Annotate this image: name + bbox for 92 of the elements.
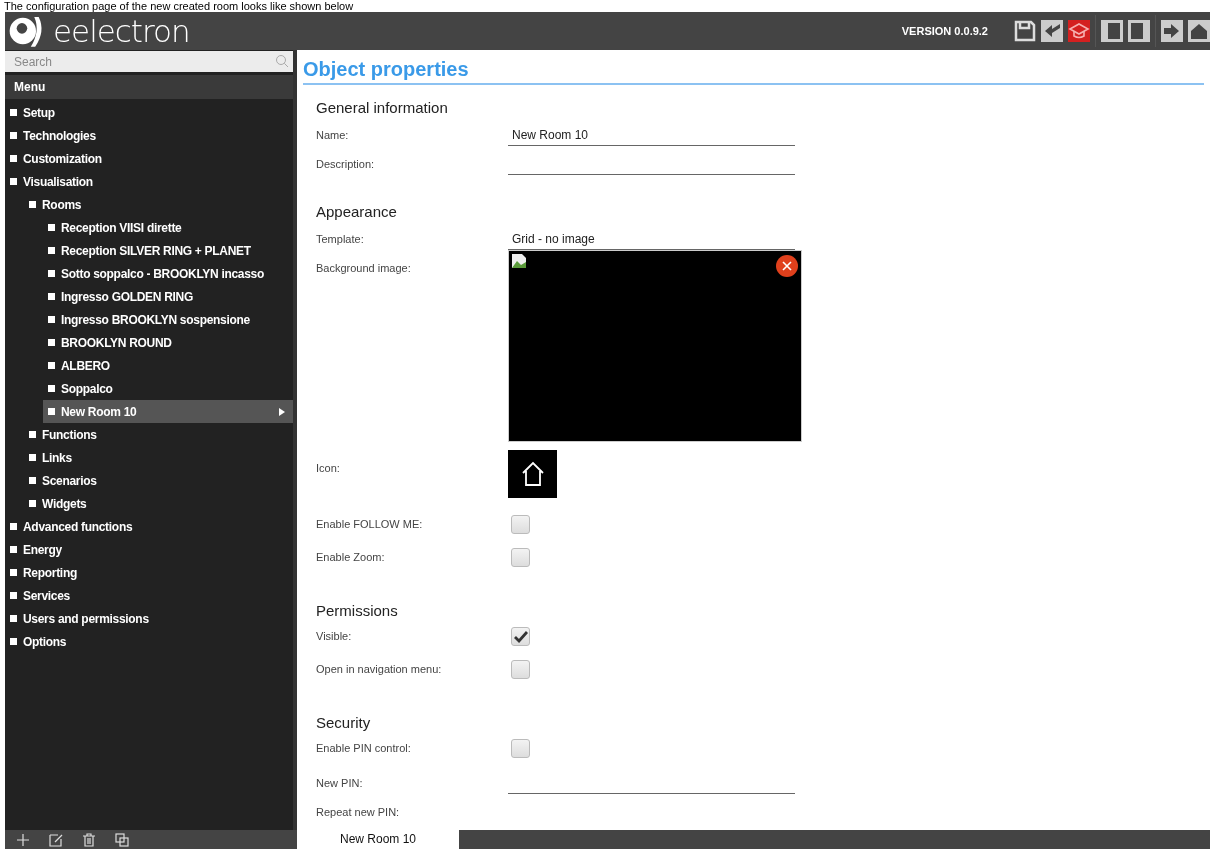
menu-item[interactable]: Scenarios [24, 469, 293, 492]
arrow-right-icon[interactable] [1161, 20, 1183, 42]
field-label: New PIN: [316, 776, 364, 789]
bullet-icon [10, 638, 17, 645]
menu-item[interactable]: BROOKLYN ROUND [43, 331, 293, 354]
bullet-icon [29, 477, 36, 484]
menu-item[interactable]: Setup [5, 101, 293, 124]
checkbox[interactable] [511, 627, 530, 646]
menu-item[interactable]: Ingresso BROOKLYN sospensione [43, 308, 293, 331]
field-label: Name: [316, 128, 350, 141]
right-panel-icon[interactable] [1128, 20, 1150, 42]
menu-item[interactable]: ALBERO [43, 354, 293, 377]
bullet-icon [48, 408, 55, 415]
field-label: Visible: [316, 630, 353, 642]
section-heading: Permissions [316, 602, 399, 619]
arrow-icon [279, 407, 285, 416]
copy-icon[interactable] [115, 832, 129, 847]
menu-item[interactable]: Links [24, 446, 293, 469]
menu-item[interactable]: Options [5, 630, 293, 653]
field-label: Enable Zoom: [316, 551, 386, 563]
bullet-icon [10, 546, 17, 553]
left-panel-icon[interactable] [1101, 20, 1123, 42]
bullet-icon [29, 431, 36, 438]
bullet-icon [48, 293, 55, 300]
bullet-icon [10, 109, 17, 116]
field-label: Enable FOLLOW ME: [316, 518, 424, 530]
section-heading: General information [316, 99, 449, 116]
bullet-icon [10, 178, 17, 185]
field-label: Icon: [316, 461, 341, 474]
checkbox[interactable] [511, 515, 530, 534]
page-title: Object properties [303, 58, 1204, 85]
text-field[interactable]: New Room 10 [508, 127, 795, 146]
room-icon-preview[interactable] [508, 450, 557, 498]
menu-header: Menu [5, 75, 293, 99]
menu-item[interactable]: Reception SILVER RING + PLANET [43, 239, 293, 262]
menu-item[interactable]: Ingresso GOLDEN RING [43, 285, 293, 308]
bullet-icon [48, 385, 55, 392]
field-label: Background image: [316, 261, 412, 274]
bullet-icon [48, 316, 55, 323]
bullet-icon [10, 132, 17, 139]
search-field[interactable]: Search [5, 51, 293, 72]
bullet-icon [29, 201, 36, 208]
version-label: VERSION 0.0.9.2 [901, 25, 988, 37]
menu-item[interactable]: Technologies [5, 124, 293, 147]
menu-item[interactable]: Visualisation [5, 170, 293, 193]
bullet-icon [48, 270, 55, 277]
save-icon[interactable] [1014, 20, 1036, 42]
add-icon[interactable] [16, 832, 30, 847]
bullet-icon [10, 615, 17, 622]
menu-item[interactable]: Soppalco [43, 377, 293, 400]
menu-item[interactable]: Sotto soppalco - BROOKLYN incasso [43, 262, 293, 285]
menu-item[interactable]: Widgets [24, 492, 293, 515]
menu-item[interactable]: Users and permissions [5, 607, 293, 630]
field-label: Repeat new PIN: [316, 805, 401, 818]
menu-item[interactable]: Reporting [5, 561, 293, 584]
document-tab[interactable]: New Room 10 [297, 830, 459, 849]
edit-icon[interactable] [49, 832, 63, 847]
bullet-icon [10, 569, 17, 576]
menu-item[interactable]: Services [5, 584, 293, 607]
menu-item[interactable]: Energy [5, 538, 293, 561]
checkbox[interactable] [511, 739, 530, 758]
caption-text: The configuration page of the new created room looks like shown below [3, 0, 354, 12]
logo-text: eelectron [53, 13, 190, 49]
bullet-icon [29, 454, 36, 461]
field-label: Enable PIN control: [316, 742, 412, 754]
bullet-icon [48, 362, 55, 369]
bullet-icon [10, 155, 17, 162]
field-label: Open in navigation menu: [316, 663, 443, 675]
search-icon [275, 54, 289, 68]
menu-item[interactable]: Rooms [24, 193, 293, 216]
bullet-icon [48, 247, 55, 254]
graduation-cap-icon[interactable] [1068, 20, 1090, 42]
menu-item[interactable]: Functions [24, 423, 293, 446]
trash-icon[interactable] [82, 832, 96, 847]
menu-item[interactable]: Customization [5, 147, 293, 170]
broken-image-icon [511, 253, 527, 269]
bullet-icon [10, 523, 17, 530]
menu-item[interactable]: Reception VIISI dirette [43, 216, 293, 239]
home-icon[interactable] [1188, 20, 1210, 42]
bullet-icon [29, 500, 36, 507]
bullet-icon [48, 224, 55, 231]
remove-button[interactable] [776, 255, 798, 277]
field-label: Template: [316, 232, 365, 245]
checkbox[interactable] [511, 660, 530, 679]
menu-item[interactable]: Advanced functions [5, 515, 293, 538]
section-heading: Appearance [316, 203, 398, 220]
bullet-icon [10, 592, 17, 599]
checkbox[interactable] [511, 548, 530, 567]
bullet-icon [48, 339, 55, 346]
field-label: Description: [316, 157, 376, 170]
menu-item[interactable]: New Room 10 [43, 400, 293, 423]
section-heading: Security [316, 714, 372, 731]
